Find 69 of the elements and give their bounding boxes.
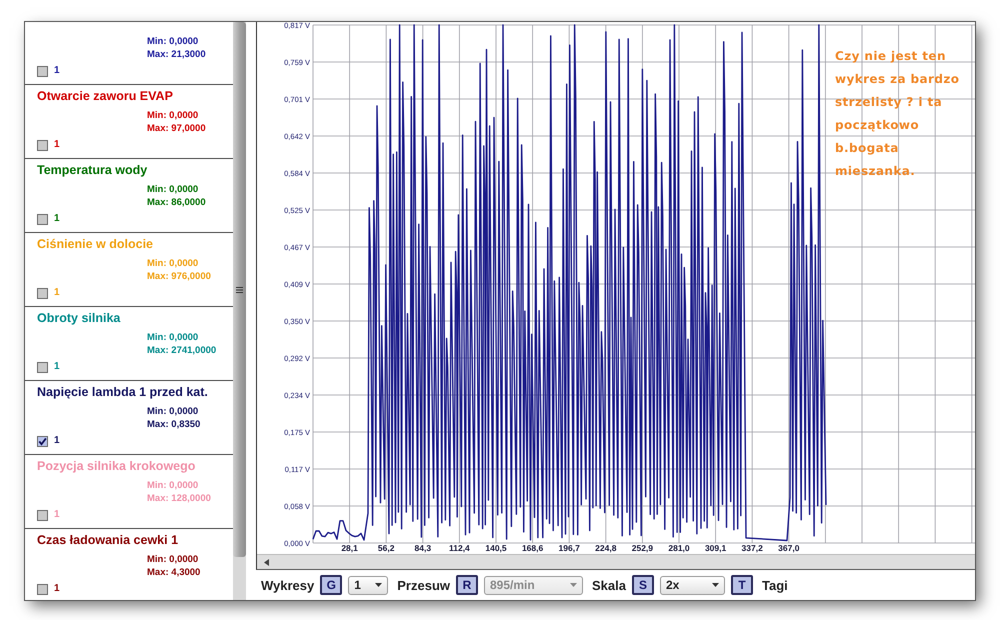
checkbox[interactable] [37,362,48,372]
min-value: Min: 0,0000 [147,109,198,122]
max-value: Max: 86,0000 [147,196,206,209]
x-axis-label: 224,8 [595,543,616,553]
shortcut-key-button[interactable]: G [320,575,342,595]
toolbar-label: Tagi [762,578,788,592]
max-value: Max: 128,0000 [147,492,211,505]
x-axis-label: 28,1 [341,543,358,553]
caret-icon [570,583,577,587]
dropdown[interactable]: 2x [660,576,725,594]
max-value: Max: 2741,0000 [147,344,216,357]
x-axis-label: 337,2 [742,543,763,553]
min-value: Min: 0,0000 [147,553,198,566]
caret-icon [712,583,719,587]
x-axis-label: 84,3 [414,543,432,553]
toolbar-label: Przesuw [397,578,450,592]
channel-name: Ciśnienie w dolocie [37,237,153,252]
channel-name: Obroty silnika [37,311,120,326]
x-axis-label: 140,5 [485,543,507,553]
checkbox-label: 1 [54,213,60,225]
left-arrow-icon[interactable] [264,558,269,566]
x-axis-label: 112,4 [449,543,470,553]
checkbox[interactable] [37,510,48,520]
horizontal-scrollbar[interactable] [257,554,975,569]
checkbox[interactable] [37,214,48,224]
max-value: Max: 97,0000 [147,122,206,135]
checkbox-label: 1 [54,287,60,299]
x-axis-label: 252,9 [632,543,654,553]
toolbar-label: Wykresy [261,578,314,592]
x-axis-label: 367,0 [778,543,800,553]
checkbox-label: 1 [54,65,60,77]
checkbox[interactable] [37,66,48,76]
checkbox-label: 1 [54,509,60,521]
shortcut-key-button[interactable]: S [632,575,654,595]
annotation-text: Czy nie jest ten wykres za bardzo strzelisty ? i ta początkowo b.bogata mieszanka. [835,48,960,180]
shortcut-key-button[interactable]: R [456,575,478,595]
max-value: Max: 0,8350 [147,418,200,431]
x-axis-label: 196,7 [558,543,580,553]
checkbox[interactable] [37,584,48,594]
max-value: Max: 21,3000 [147,48,206,61]
checkbox-label: 1 [54,361,60,373]
toolbar-label: Skala [592,578,626,592]
min-value: Min: 0,0000 [147,257,198,270]
caret-icon [375,583,382,587]
x-axis-label: 168,6 [522,543,544,553]
shortcut-key-button[interactable]: T [730,575,753,595]
min-value: Min: 0,0000 [147,479,198,492]
channel-name: Napięcie lambda 1 przed kat. [37,385,208,400]
max-value: Max: 4,3000 [147,566,200,579]
checkbox[interactable] [37,436,48,446]
checkbox-label: 1 [54,583,60,595]
checkbox[interactable] [37,288,48,298]
min-value: Min: 0,0000 [147,405,198,418]
min-value: Min: 0,0000 [147,35,198,48]
channel-name: Pozycja silnika krokowego [37,459,196,474]
checkbox-label: 1 [54,139,60,151]
min-value: Min: 0,0000 [147,183,198,196]
channel-name: Temperatura wody [37,163,148,178]
x-axis-label: 309,1 [704,543,726,553]
checkbox[interactable] [37,140,48,150]
x-axis-label: 281,0 [668,543,690,553]
max-value: Max: 976,0000 [147,270,211,283]
channel-name: Otwarcie zaworu EVAP [37,89,173,104]
dropdown[interactable]: 1 [348,576,388,594]
grip-icon [236,286,243,292]
x-axis-label: 56,2 [378,543,394,553]
checkbox-label: 1 [54,435,60,447]
channel-name: Czas ładowania cewki 1 [37,533,178,548]
min-value: Min: 0,0000 [147,331,198,344]
